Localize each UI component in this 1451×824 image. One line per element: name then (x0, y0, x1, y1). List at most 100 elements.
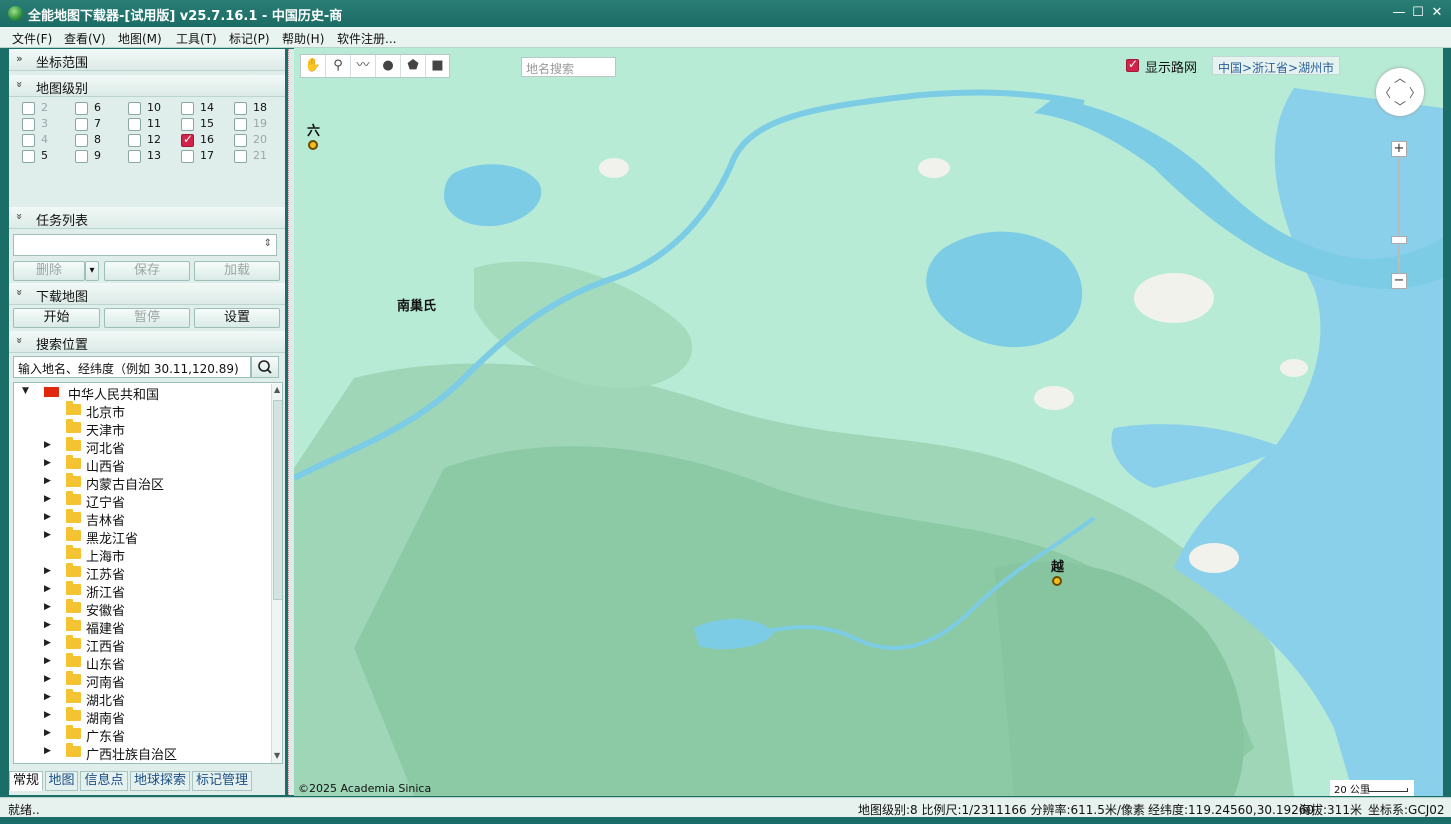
collapse-toggle-icon[interactable]: ▼ (22, 386, 29, 396)
status-coord-system: 坐标系:GCJ02 (1368, 803, 1445, 817)
menu-map[interactable]: 地图(M) (118, 30, 162, 47)
pan-down-icon[interactable]: ﹀ (1394, 98, 1406, 115)
expand-toggle-icon[interactable]: ▶ (44, 746, 51, 756)
tab-marker-manage[interactable]: 标记管理 (192, 771, 252, 791)
expand-toggle-icon[interactable]: ▶ (44, 638, 51, 648)
location-search-input[interactable]: 输入地名、经纬度（例如 30.11,120.89) (13, 356, 251, 378)
close-button[interactable]: ✕ (1428, 4, 1446, 22)
scroll-down-icon[interactable]: ▼ (274, 751, 280, 760)
zoom-slider-track[interactable] (1398, 157, 1400, 273)
section-label: 搜索位置 (36, 338, 89, 353)
folder-icon (66, 617, 81, 631)
tab-earth-explore[interactable]: 地球探索 (130, 771, 190, 791)
menu-view[interactable]: 查看(V) (64, 30, 106, 47)
expand-toggle-icon[interactable]: ▶ (44, 512, 51, 522)
expand-toggle-icon[interactable]: ▶ (44, 440, 51, 450)
tree-scrollbar[interactable]: ▲ ▼ (271, 384, 282, 763)
scrollbar-thumb[interactable] (273, 400, 282, 600)
app-globe-icon (8, 6, 23, 21)
delete-button[interactable]: 删除 (13, 261, 85, 281)
expand-toggle-icon[interactable]: ▶ (44, 728, 51, 738)
section-search-location[interactable]: » 搜索位置 (9, 331, 285, 353)
circle-icon[interactable]: ● (376, 55, 401, 77)
checkbox-box (22, 134, 35, 147)
tab-poi[interactable]: 信息点 (80, 771, 128, 791)
region-breadcrumb[interactable]: 中国>浙江省>湖州市 (1212, 56, 1341, 75)
task-select[interactable]: ⇕ (13, 234, 277, 256)
polyline-icon[interactable]: 〰 (351, 55, 376, 77)
minimize-button[interactable]: — (1390, 4, 1408, 22)
search-icon (258, 360, 272, 374)
site-marker-icon[interactable] (308, 140, 318, 150)
checkbox-box (234, 150, 247, 163)
expand-toggle-icon[interactable]: ▶ (44, 710, 51, 720)
expand-toggle-icon[interactable]: ▶ (44, 692, 51, 702)
expand-toggle-icon[interactable]: ▶ (44, 602, 51, 612)
pan-right-icon[interactable]: 〉 (1409, 84, 1421, 101)
location-search-button[interactable] (251, 356, 279, 378)
save-button[interactable]: 保存 (104, 261, 190, 281)
tree-item-label: 安徽省 (86, 604, 126, 619)
folder-icon (66, 671, 81, 685)
pan-up-icon[interactable]: ︿ (1394, 69, 1406, 86)
pin-icon[interactable]: ⚲ (326, 55, 351, 77)
menu-tools[interactable]: 工具(T) (176, 30, 217, 47)
expand-toggle-icon[interactable]: ▶ (44, 530, 51, 540)
checkbox-box (75, 118, 88, 131)
expand-toggle-icon[interactable]: ▶ (44, 458, 51, 468)
pause-button[interactable]: 暂停 (104, 308, 190, 328)
hand-icon[interactable]: ✋ (301, 55, 326, 77)
zoom-in-button[interactable]: + (1391, 141, 1407, 157)
section-label: 任务列表 (36, 214, 89, 229)
menu-markers[interactable]: 标记(P) (229, 30, 270, 47)
settings-button[interactable]: 设置 (194, 308, 280, 328)
folder-icon (66, 725, 81, 739)
checkbox-box (128, 102, 141, 115)
polygon-icon[interactable]: ⬟ (401, 55, 426, 77)
tree-item-label: 上海市 (86, 550, 126, 565)
site-marker-icon[interactable] (1052, 576, 1062, 586)
map-label-liu: 六 (307, 124, 321, 139)
expand-toggle-icon[interactable]: ▶ (44, 674, 51, 684)
maximize-button[interactable]: ☐ (1409, 4, 1427, 22)
start-button[interactable]: 开始 (13, 308, 100, 328)
checkbox-box (181, 102, 194, 115)
folder-icon (66, 455, 81, 469)
pan-control[interactable]: ︿ ﹀ 〈 〉 (1376, 68, 1424, 116)
rectangle-icon[interactable]: ■ (425, 55, 450, 77)
section-map-level[interactable]: » 地图级别 (9, 75, 285, 97)
section-task-list[interactable]: » 任务列表 (9, 207, 285, 229)
zoom-out-button[interactable]: − (1391, 273, 1407, 289)
checkbox-box (181, 118, 194, 131)
menu-register[interactable]: 软件注册... (337, 30, 396, 47)
status-altitude: 海拔:311米 (1299, 803, 1362, 817)
load-button[interactable]: 加载 (194, 261, 280, 281)
level-grid: 2 3 4 5 6 7 8 9 10 11 12 13 14 15 16 17 … (9, 98, 285, 256)
pan-left-icon[interactable]: 〈 (1379, 84, 1391, 101)
scroll-up-icon[interactable]: ▲ (274, 385, 280, 394)
tree-item-label: 广东省 (86, 730, 126, 745)
folder-icon (66, 635, 81, 649)
expand-toggle-icon[interactable]: ▶ (44, 620, 51, 630)
menu-bar: 文件(F) 查看(V) 地图(M) 工具(T) 标记(P) 帮助(H) 软件注册… (0, 27, 1451, 48)
tab-map[interactable]: 地图 (45, 771, 78, 791)
expand-toggle-icon[interactable]: ▶ (44, 656, 51, 666)
menu-file[interactable]: 文件(F) (12, 30, 52, 47)
checkbox-box (75, 150, 88, 163)
section-download-map[interactable]: » 下载地图 (9, 283, 285, 305)
tab-general[interactable]: 常规 (9, 771, 43, 791)
expand-toggle-icon[interactable]: ▶ (44, 476, 51, 486)
checkbox-box (128, 134, 141, 147)
section-coord-range[interactable]: » 坐标范围 (9, 49, 285, 71)
expand-toggle-icon[interactable]: ▶ (44, 584, 51, 594)
expand-toggle-icon[interactable]: ▶ (44, 566, 51, 576)
map-view[interactable]: ✋ ⚲ 〰 ● ⬟ ■ 地名搜索 显示路网 中国>浙江省>湖州市 ︿ ﹀ 〈 〉… (294, 48, 1443, 796)
expand-toggle-icon[interactable]: ▶ (44, 494, 51, 504)
checkbox-box (22, 118, 35, 131)
title-bar: 全能地图下载器-[试用版] v25.7.16.1 - 中国历史-商 — ☐ ✕ (0, 0, 1451, 27)
map-search-input[interactable]: 地名搜索 (521, 57, 616, 77)
delete-dropdown-button[interactable]: ▾ (85, 261, 99, 281)
menu-help[interactable]: 帮助(H) (282, 30, 324, 47)
zoom-slider-knob[interactable] (1391, 236, 1407, 244)
status-ready: 就绪.. (8, 803, 40, 817)
